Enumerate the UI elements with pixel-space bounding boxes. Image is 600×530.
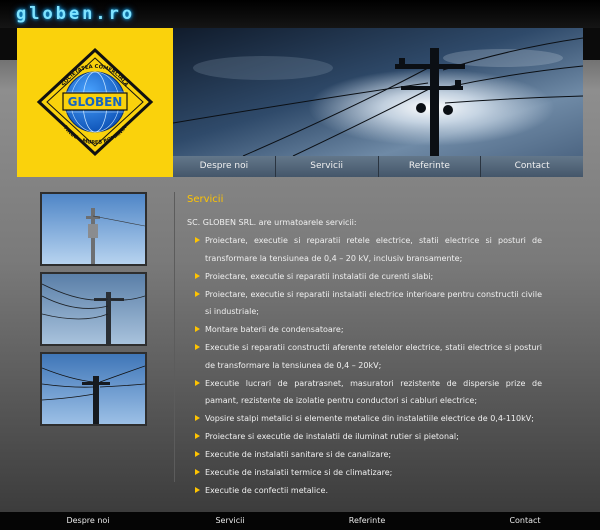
content-divider (174, 192, 175, 482)
logo-brand-text: GLOBEN (68, 95, 123, 109)
list-item: Executie de instalatii termice si de cli… (187, 464, 542, 482)
list-item: Executie si reparatii constructii aferen… (187, 339, 542, 374)
top-bar: globen.ro (0, 0, 600, 28)
bullet-arrow-icon (195, 290, 200, 297)
bullet-arrow-icon (195, 237, 200, 243)
services-list: Proiectare, executie si reparatii retele… (187, 232, 542, 500)
globen-logo-icon: GLOBEN SOCIETATEA COMERCIALA TIRGU - MUR… (36, 47, 154, 157)
list-item: Proiectare, executie si reparatii instal… (187, 286, 542, 321)
bullet-arrow-icon (195, 326, 200, 332)
logo[interactable]: GLOBEN SOCIETATEA COMERCIALA TIRGU - MUR… (17, 28, 173, 177)
footer-link-despre-noi[interactable]: Despre noi (0, 512, 176, 530)
main-content: Servicii SC. GLOBEN SRL. are urmatoarele… (187, 194, 542, 500)
footer-link-contact[interactable]: Contact (450, 512, 600, 530)
bullet-arrow-icon (195, 344, 200, 350)
list-item: Proiectare, executie si reparatii retele… (187, 232, 542, 267)
main-nav: Despre noi Servicii Referinte Contact (173, 156, 583, 177)
thumbnail-image-2[interactable] (40, 272, 147, 346)
bullet-arrow-icon (195, 451, 200, 457)
footer-nav: Despre noi Servicii Referinte Contact (0, 512, 600, 530)
list-item: Executie de confectii metalice. (187, 482, 542, 500)
services-intro: SC. GLOBEN SRL. are urmatoarele servicii… (187, 218, 357, 227)
thumbnail-image-1[interactable] (40, 192, 147, 266)
list-item: Vopsire stalpi metalici si elemente meta… (187, 410, 542, 428)
thumbnail-image-3[interactable] (40, 352, 147, 426)
list-item: Proiectare, executie si reparatii instal… (187, 268, 542, 286)
nav-item-contact[interactable]: Contact (481, 156, 583, 177)
section-title: Servicii (187, 194, 224, 205)
site-title[interactable]: globen.ro (16, 4, 135, 24)
bullet-arrow-icon (195, 487, 200, 493)
nav-item-servicii[interactable]: Servicii (275, 156, 379, 177)
frame-right (583, 28, 600, 60)
nav-item-referinte[interactable]: Referinte (378, 156, 482, 177)
bullet-arrow-icon (195, 379, 200, 386)
nav-item-despre-noi[interactable]: Despre noi (173, 156, 276, 177)
frame-left (0, 28, 17, 60)
bullet-arrow-icon (195, 272, 200, 279)
list-item: Executie de instalatii sanitare si de ca… (187, 446, 542, 464)
header-banner-image (173, 28, 583, 156)
footer-link-servicii[interactable]: Servicii (176, 512, 284, 530)
bullet-arrow-icon (195, 415, 200, 421)
footer-link-referinte[interactable]: Referinte (284, 512, 450, 530)
list-item: Proiectare si executie de instalatii de … (187, 428, 542, 446)
bullet-arrow-icon (195, 433, 200, 439)
list-item: Executie lucrari de paratrasnet, masurat… (187, 375, 542, 410)
bullet-arrow-icon (195, 469, 200, 475)
list-item: Montare baterii de condensatoare; (187, 321, 542, 339)
